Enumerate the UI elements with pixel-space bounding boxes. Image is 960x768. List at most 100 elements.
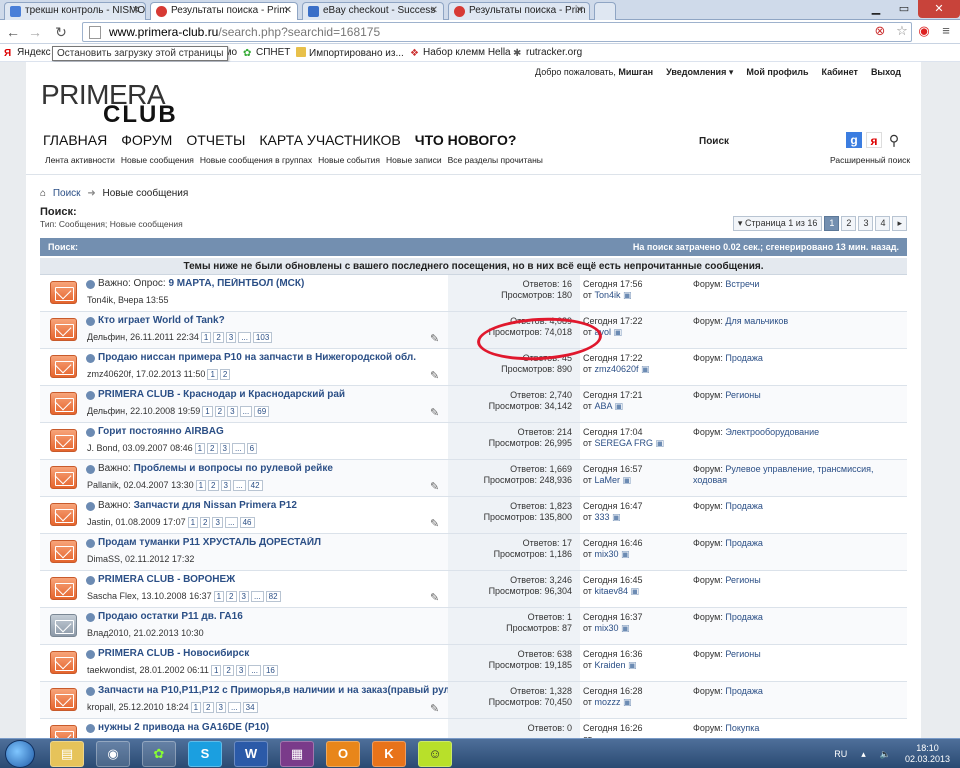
thread-row[interactable]: Важно: Опрос: 9 МАРТА, ПЕЙНТБОЛ (МСК) To…	[40, 275, 907, 312]
thread-page-link[interactable]: 103	[252, 332, 273, 343]
app-taskbar-icon[interactable]: ☺	[418, 741, 452, 767]
page-select-dropdown[interactable]: ▾ Страница 1 из 16	[732, 216, 823, 231]
go-to-new-post-icon[interactable]	[86, 687, 95, 696]
bookmark-item[interactable]: Импортировано из...	[296, 47, 404, 59]
go-to-last-post-icon[interactable]: ▣	[623, 290, 632, 300]
nav-member-map[interactable]: КАРТА УЧАСТНИКОВ	[259, 132, 400, 148]
page-2[interactable]: 2	[841, 216, 857, 231]
bookmark-item[interactable]: Я Яндекс	[4, 47, 51, 59]
thread-title[interactable]: Важно: Опрос: 9 МАРТА, ПЕЙНТБОЛ (МСК)	[98, 278, 448, 289]
maximize-icon[interactable]: ▭	[890, 0, 918, 18]
thread-page-link[interactable]: 2	[208, 480, 219, 491]
profile-link[interactable]: Мой профиль	[746, 67, 808, 78]
go-to-last-post-icon[interactable]: ▣	[621, 623, 630, 633]
go-to-last-post-icon[interactable]: ▣	[621, 549, 630, 559]
go-to-new-post-icon[interactable]	[86, 465, 95, 474]
go-to-new-post-icon[interactable]	[86, 539, 95, 548]
magnifier-icon[interactable]: ⚲	[886, 132, 902, 148]
forum-link[interactable]: Регионы	[725, 390, 760, 400]
thread-row[interactable]: Кто играет World of Tank? Дельфин, 26.11…	[40, 312, 907, 349]
thread-page-link[interactable]: 3	[225, 332, 237, 343]
thread-page-link[interactable]: ...	[224, 517, 238, 528]
thread-page-link[interactable]: 82	[265, 591, 281, 602]
subnav-activity[interactable]: Лента активности	[45, 155, 115, 165]
thread-page-link[interactable]: 3	[227, 406, 238, 417]
go-to-new-post-icon[interactable]	[86, 280, 95, 289]
forward-arrow-icon[interactable]: →	[26, 23, 44, 41]
subnav-new-entries[interactable]: Новые записи	[386, 155, 442, 165]
thread-page-link[interactable]: 2	[207, 443, 218, 454]
thread-title[interactable]: PRIMERA CLUB - ВОРОНЕЖ	[98, 574, 448, 585]
last-post-user[interactable]: Ton4ik	[594, 290, 620, 300]
last-post-user[interactable]: LaMer	[594, 475, 620, 485]
thread-row[interactable]: PRIMERA CLUB - Краснодар и Краснодарский…	[40, 386, 907, 423]
thread-title[interactable]: нужны 2 привода на GA16DE (P10)	[98, 722, 448, 733]
go-to-last-post-icon[interactable]: ▣	[655, 438, 664, 448]
forum-link[interactable]: Продажа	[725, 612, 763, 622]
thread-page-link[interactable]: 1	[190, 702, 202, 713]
forum-link[interactable]: Покупка	[725, 723, 759, 733]
notifications-menu[interactable]: Уведомления ▾	[666, 67, 733, 78]
thread-row[interactable]: Важно: Запчасти для Nissan Primera P12 J…	[40, 497, 907, 534]
kmplayer-taskbar-icon[interactable]: K	[372, 741, 406, 767]
browser-tab-active[interactable]: Результаты поиска - Prim ✕	[150, 2, 298, 21]
last-post-user[interactable]: avol	[594, 327, 611, 337]
ok-taskbar-icon[interactable]: O	[326, 741, 360, 767]
page-3[interactable]: 3	[858, 216, 874, 231]
thread-page-link[interactable]: 16	[262, 665, 278, 676]
thread-page-link[interactable]: 2	[219, 369, 231, 380]
thread-page-link[interactable]: 2	[214, 406, 226, 417]
bookmark-item[interactable]: ✱ rutracker.org	[513, 47, 582, 59]
thread-page-link[interactable]: 2	[203, 702, 214, 713]
go-to-new-post-icon[interactable]	[86, 391, 95, 400]
thread-title[interactable]: Важно: Проблемы и вопросы по рулевой рей…	[98, 463, 448, 474]
go-to-last-post-icon[interactable]: ▣	[623, 697, 632, 707]
address-bar[interactable]: www.primera-club.ru/search.php?searchid=…	[82, 22, 912, 42]
forum-link[interactable]: Продажа	[725, 686, 763, 696]
home-icon[interactable]: ⌂	[40, 188, 46, 199]
thread-page-link[interactable]: ...	[248, 665, 261, 676]
go-to-last-post-icon[interactable]: ▣	[628, 660, 637, 670]
go-to-new-post-icon[interactable]	[86, 354, 95, 363]
thread-page-link[interactable]: 1	[195, 480, 207, 491]
thread-title[interactable]: Важно: Запчасти для Nissan Primera P12	[98, 500, 448, 511]
go-to-new-post-icon[interactable]	[86, 724, 95, 733]
thread-page-link[interactable]: ...	[238, 332, 251, 343]
bookmark-star-icon[interactable]: ☆	[894, 23, 910, 39]
browser-tab[interactable]: Результаты поиска - Prim ✕	[448, 2, 590, 20]
search-label[interactable]: Поиск	[699, 136, 729, 147]
thread-page-link[interactable]: ...	[231, 443, 245, 454]
thread-page-link[interactable]: ...	[239, 406, 253, 417]
bookmark-item[interactable]: ❖ Набор клемм Hella	[410, 47, 511, 59]
thread-title[interactable]: Запчасти на P10,P11,P12 с Приморья,в нал…	[98, 685, 448, 696]
thread-page-link[interactable]: 1	[207, 369, 218, 380]
subnav-mark-read[interactable]: Все разделы прочитаны	[448, 155, 543, 165]
reload-icon[interactable]: ↻	[52, 23, 70, 41]
thread-row[interactable]: Продаю остатки P11 дв. ГА16 Влад2010, 21…	[40, 608, 907, 645]
thread-title[interactable]: Продам туманки P11 ХРУСТАЛЬ ДОРЕСТАЙЛ	[98, 537, 448, 548]
close-window-icon[interactable]: ✕	[918, 0, 960, 18]
thread-page-link[interactable]: 2	[226, 591, 237, 602]
thread-page-link[interactable]: 6	[246, 443, 258, 454]
breadcrumb-search[interactable]: Поиск	[53, 188, 81, 199]
thread-page-link[interactable]: ...	[227, 702, 241, 713]
word-taskbar-icon[interactable]: W	[234, 741, 268, 767]
volume-icon[interactable]: 🔈	[880, 749, 891, 760]
go-to-new-post-icon[interactable]	[86, 317, 95, 326]
subnav-new-posts[interactable]: Новые сообщения	[121, 155, 194, 165]
go-to-new-post-icon[interactable]	[86, 576, 95, 585]
go-to-last-post-icon[interactable]: ▣	[612, 512, 621, 522]
last-post-user[interactable]: SEREGA FRG	[594, 438, 653, 448]
thread-title[interactable]: PRIMERA CLUB - Краснодар и Краснодарский…	[98, 389, 448, 400]
thread-page-link[interactable]: 46	[239, 517, 255, 528]
nav-forum[interactable]: ФОРУМ	[121, 132, 172, 148]
yandex-search-icon[interactable]: я	[866, 132, 882, 148]
forum-link[interactable]: Электрооборудование	[725, 427, 819, 437]
last-post-user[interactable]: mozzz	[594, 697, 620, 707]
go-to-last-post-icon[interactable]: ▣	[631, 586, 640, 596]
logout-link[interactable]: Выход	[871, 67, 901, 78]
tab-close-icon[interactable]: ✕	[576, 5, 584, 16]
next-page-icon[interactable]: ▸	[892, 216, 907, 231]
thread-page-link[interactable]: 1	[202, 406, 213, 417]
forum-link[interactable]: Для мальчиков	[725, 316, 788, 326]
